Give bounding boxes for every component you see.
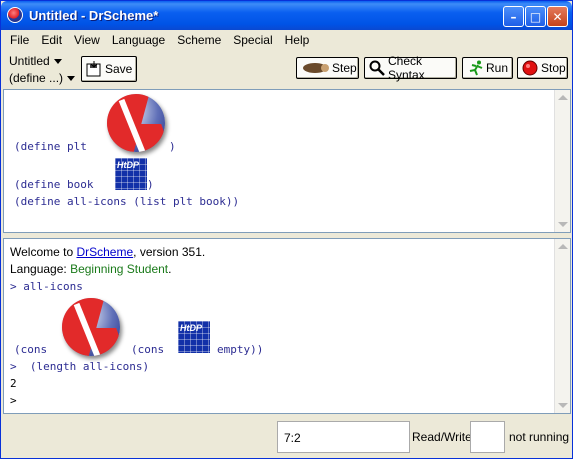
result-cons-1: (cons <box>14 343 54 356</box>
code-line-3: (define all-icons (list plt book)) <box>14 195 240 208</box>
htdp-book-result: HtDP <box>178 321 210 353</box>
menu-language[interactable]: Language <box>106 31 171 49</box>
scroll-up-icon[interactable] <box>558 244 568 249</box>
drscheme-app-icon[interactable] <box>7 7 23 23</box>
magnifier-icon <box>369 60 385 76</box>
menu-edit[interactable]: Edit <box>35 31 68 49</box>
code-line-1-close: ) <box>169 140 176 153</box>
language-name: Beginning Student <box>70 262 169 276</box>
read-write-status: Read/Write <box>412 430 472 444</box>
running-status: not running <box>509 430 570 444</box>
minimize-button[interactable]: – <box>503 6 524 27</box>
save-button[interactable]: Save <box>81 56 138 82</box>
chevron-down-icon <box>67 76 76 82</box>
chevron-down-icon <box>53 59 62 65</box>
check-syntax-button[interactable]: Check Syntax <box>364 54 457 82</box>
interactions-scrollbar[interactable] <box>554 239 570 413</box>
prompt-current: > <box>10 394 17 407</box>
toolbar: Untitled (define ...) Save Step Check Sy… <box>1 51 572 89</box>
running-man-icon <box>467 60 483 76</box>
language-message: Language: Beginning Student. <box>10 262 172 276</box>
scroll-down-icon[interactable] <box>558 222 568 227</box>
prompt-all-icons: > all-icons <box>10 280 83 293</box>
title-bar[interactable]: Untitled - DrScheme* – □ ✕ <box>1 1 572 30</box>
step-foot-icon <box>301 60 329 76</box>
prompt-length: > (length all-icons) <box>10 360 150 373</box>
stop-icon <box>522 60 538 76</box>
save-icon <box>86 61 102 77</box>
step-button[interactable]: Step <box>296 57 359 79</box>
welcome-message: Welcome to DrScheme, version 351. <box>10 245 206 259</box>
maximize-button[interactable]: □ <box>525 6 546 27</box>
htdp-book-image: HtDP <box>115 158 147 190</box>
run-button[interactable]: Run <box>462 57 513 79</box>
scroll-up-icon[interactable] <box>558 95 568 100</box>
result-cons-2: (cons <box>131 343 171 356</box>
plt-logo-result <box>62 298 120 356</box>
cursor-position-field: 7:2 <box>277 421 410 453</box>
define-menu[interactable]: (define ...) <box>9 71 76 85</box>
file-name-menu[interactable]: Untitled <box>9 54 62 68</box>
menu-view[interactable]: View <box>68 31 106 49</box>
scroll-down-icon[interactable] <box>558 403 568 408</box>
menu-special[interactable]: Special <box>227 31 278 49</box>
plt-logo-image <box>107 94 165 152</box>
stop-button[interactable]: Stop <box>517 57 568 79</box>
code-line-2: (define book <box>14 178 101 191</box>
gc-indicator <box>470 421 505 453</box>
definitions-scrollbar[interactable] <box>554 90 570 232</box>
menu-file[interactable]: File <box>4 31 35 49</box>
definitions-editor[interactable]: (define plt ) HtDP (define book ) (defin… <box>3 89 571 233</box>
code-line-2-close: ) <box>147 178 154 191</box>
drscheme-link[interactable]: DrScheme <box>76 245 133 259</box>
status-bar: 7:2 Read/Write not running <box>1 417 572 457</box>
result-length: 2 <box>10 377 17 390</box>
drscheme-window: Untitled - DrScheme* – □ ✕ File Edit Vie… <box>0 0 573 459</box>
window-title: Untitled - DrScheme* <box>29 8 159 23</box>
code-line-1: (define plt <box>14 140 94 153</box>
close-button[interactable]: ✕ <box>547 6 568 27</box>
interactions-editor[interactable]: Welcome to DrScheme, version 351. Langua… <box>3 238 571 414</box>
menu-scheme[interactable]: Scheme <box>171 31 227 49</box>
menu-help[interactable]: Help <box>279 31 316 49</box>
menu-bar: File Edit View Language Scheme Special H… <box>4 31 315 49</box>
result-empty: empty)) <box>217 343 264 356</box>
